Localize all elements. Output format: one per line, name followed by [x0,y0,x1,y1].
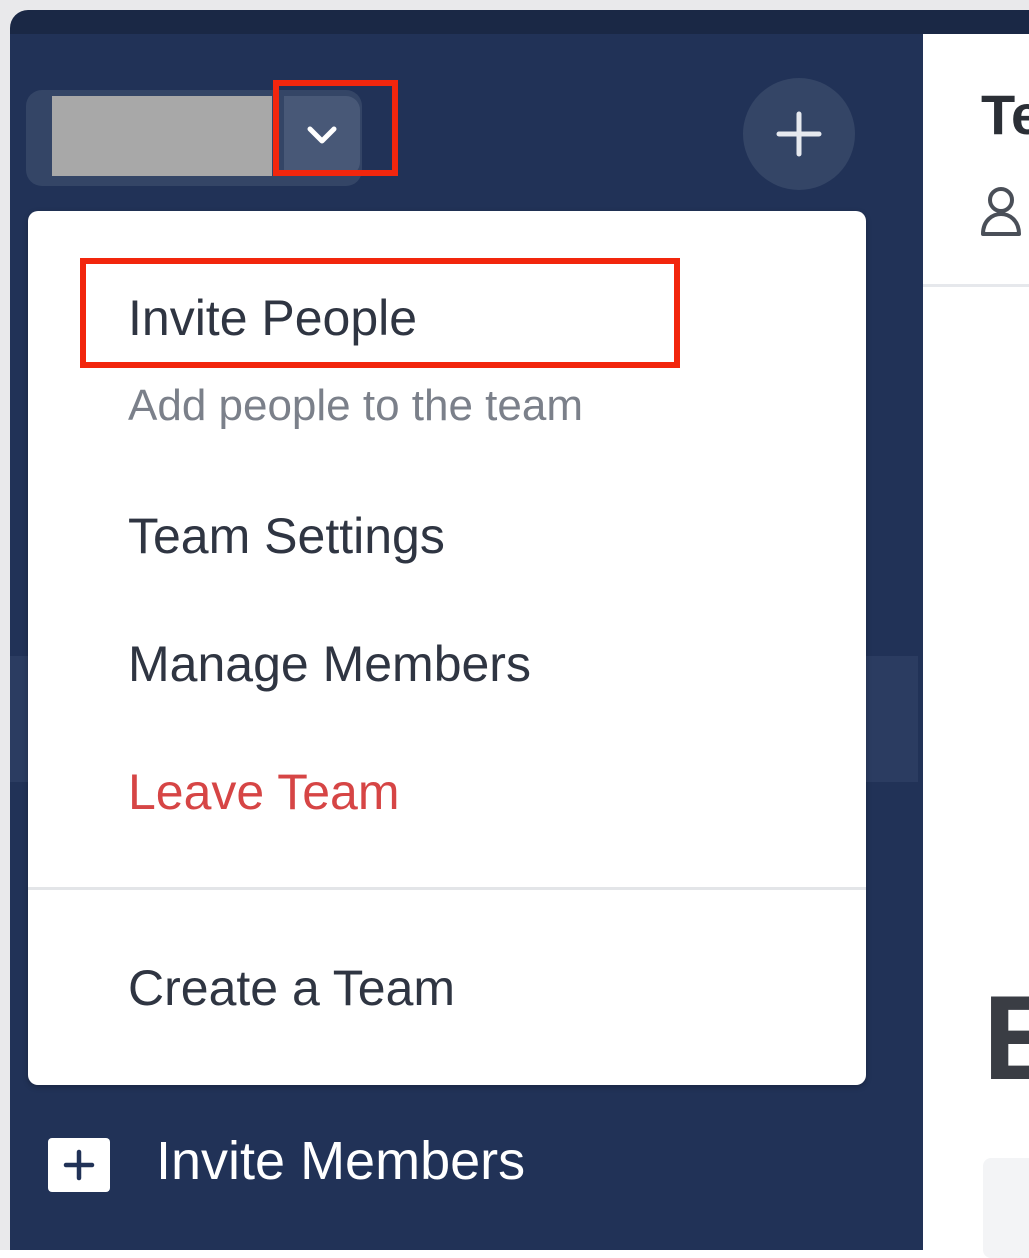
content-card [983,1158,1029,1258]
page-title: Te [981,83,1029,146]
plus-icon [776,111,822,157]
menu-item-invite-people[interactable]: Invite People [128,289,417,347]
add-button[interactable] [743,78,855,190]
team-menu-toggle-button[interactable] [284,96,360,176]
window-top-bar [10,10,1029,34]
menu-divider [28,887,866,890]
menu-item-create-team[interactable]: Create a Team [128,959,455,1017]
chevron-down-icon [307,126,337,144]
menu-item-manage-members[interactable]: Manage Members [128,635,531,693]
section-heading: E [983,971,1029,1105]
main-panel: Te E [923,34,1029,1258]
invite-plus-icon-box [48,1138,110,1192]
invite-members-button[interactable]: Invite Members [48,1130,648,1200]
plus-icon [63,1149,95,1181]
menu-item-leave-team[interactable]: Leave Team [128,763,399,821]
menu-item-team-settings[interactable]: Team Settings [128,507,445,565]
menu-item-invite-people-description: Add people to the team [128,381,583,430]
person-icon [981,187,1021,236]
team-dropdown-menu: Invite People Add people to the team Tea… [28,211,866,1085]
app-window: Te E Invite People Add people to the tea… [0,0,1029,1258]
invite-members-label: Invite Members [156,1131,526,1191]
team-switcher[interactable] [26,90,362,186]
team-name-redacted [52,96,272,176]
header-divider [923,284,1029,287]
